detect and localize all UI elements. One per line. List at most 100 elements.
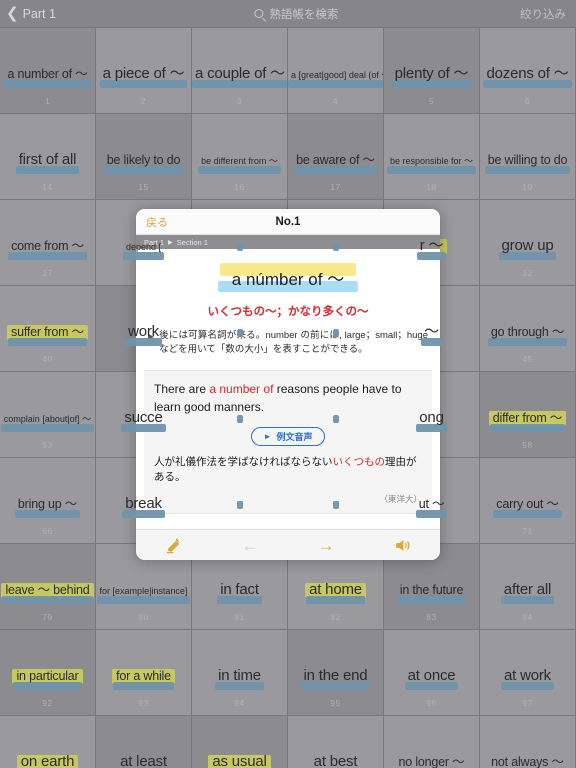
phrase-text: differ from ～ [492,410,563,425]
phrase-highlight: for a while [112,667,175,690]
phrase-highlight: plenty of ～ [391,64,471,88]
phrase-number: 19 [522,182,533,192]
back-button[interactable]: ❮ Part 1 [6,6,56,21]
prev-button[interactable]: ← [212,537,288,554]
grid-cell[interactable]: not always ～110 [480,716,576,768]
term-row: a númber of ～ [136,263,440,292]
phrase-text: ut ～ [418,496,445,511]
phrase-number: 15 [138,182,149,192]
phrase-highlight: on earth [16,753,79,768]
breadcrumb: Part 1 ▶ Section 1 [136,235,440,249]
grid-cell[interactable]: suffer from ～ 40 [0,286,96,372]
example-ja-highlight: いくつもの [332,455,386,468]
grid-cell[interactable]: at least106 [96,716,192,768]
phrase-text: succe [124,408,163,426]
grid-cell[interactable]: complain [about|of] ～ 53 [0,372,96,458]
phrase-number: 93 [138,698,149,708]
grid-cell[interactable]: bring up ～ 66 [0,458,96,544]
example-japanese: 人が礼儀作法を学ばなければならないいくつもの理由がある。 [154,454,422,484]
grid-cell[interactable]: be willing to do 19 [480,114,576,200]
search-input[interactable]: 熟語帳を検索 [254,6,338,22]
grid-cell[interactable]: a [great|good] deal (of ～) 4 [288,28,384,114]
phrase-number: 83 [426,612,437,622]
grid-cell[interactable]: in particular 92 [0,630,96,716]
grid-cell[interactable]: no longer ～109 [384,716,480,768]
grid-cell[interactable]: a piece of ～ 2 [96,28,192,114]
phrase-highlight: not always ～ [488,753,567,768]
breadcrumb-section[interactable]: Section 1 [177,238,208,247]
phrase-text: after all [503,580,552,598]
grid-cell[interactable]: at work 97 [480,630,576,716]
phrase-highlight: a couple of ～ [192,65,287,88]
phrase-highlight: no longer ～ [395,753,468,768]
phrase-text: go through ～ [490,324,565,339]
grid-cell[interactable]: plenty of ～ 5 [384,28,480,114]
grid-cell[interactable]: carry out ～ 71 [480,458,576,544]
usage-note: ▶ 後には可算名詞が来る。number の前には, large；small；hu… [148,329,428,358]
audio-row: ► 例文音声 [154,426,422,446]
phrase-highlight: come from ～ [8,237,87,260]
grid-cell[interactable]: grow up 32 [480,200,576,286]
phrase-text: be different from ～ [201,155,278,166]
grid-cell[interactable]: after all 84 [480,544,576,630]
phrase-highlight: at once [404,667,459,690]
phrase-highlight: r ～ [415,237,447,260]
grid-cell[interactable]: be responsible for ～ 18 [384,114,480,200]
phrase-text: first of all [18,150,77,168]
grid-cell[interactable]: first of all 14 [0,114,96,200]
phrase-number: 40 [42,354,53,364]
grid-cell[interactable]: at best108 [288,716,384,768]
grid-cell[interactable]: differ from ～ 58 [480,372,576,458]
grid-cell[interactable]: as usual107 [192,716,288,768]
grid-cell[interactable]: go through ～ 45 [480,286,576,372]
search-icon [254,9,264,18]
grid-cell[interactable]: be different from ～ 16 [192,114,288,200]
phrase-text: suffer from ～ [11,324,84,339]
phrase-number: 58 [522,440,533,450]
grid-cell[interactable]: on earth105 [0,716,96,768]
grid-cell[interactable]: for a while 93 [96,630,192,716]
grid-cell[interactable]: dozens of ～ 6 [480,28,576,114]
phrase-number: 95 [330,698,341,708]
phrase-text: as usual [212,752,267,768]
next-button[interactable]: → [288,537,364,554]
grid-cell[interactable]: leave ～ behind 79 [0,544,96,630]
phrase-highlight: in the future [396,581,467,604]
phrase-number: 2 [140,96,147,106]
phrase-text: come from ～ [11,238,84,253]
grid-cell[interactable]: in the end 95 [288,630,384,716]
speaker-button[interactable] [364,536,440,555]
phrase-text: not always ～ [491,754,564,768]
grid-cell[interactable]: a couple of ～ 3 [192,28,288,114]
phrase-number: 66 [42,526,53,536]
grid-cell[interactable]: in time 94 [192,630,288,716]
marker-pen-button[interactable] [136,536,212,555]
grid-cell[interactable]: come from ～ 27 [0,200,96,286]
phrase-text: be responsible for ～ [389,155,474,166]
phrase-number: 71 [522,526,533,536]
phrase-text: at home [309,580,362,598]
phrase-highlight: after all [500,580,555,604]
phrase-text: complain [about|of] ～ [3,413,92,424]
phrase-number: 84 [522,612,533,622]
phrase-number: 6 [524,96,531,106]
filter-button[interactable]: 絞り込み [520,6,566,22]
grid-cell[interactable]: at once 96 [384,630,480,716]
phrase-highlight: for [example|instance] [96,581,191,604]
arrow-left-icon: ← [241,535,259,555]
grid-cell[interactable]: a number of ～ 1 [0,28,96,114]
example-audio-button[interactable]: ► 例文音声 [250,426,326,446]
phrase-text: plenty of ～ [394,64,469,82]
phrase-text: ong [419,408,444,426]
phrase-highlight: a piece of ～ [99,65,188,88]
phrase-text: in the future [399,582,464,597]
grid-cell[interactable]: be aware of ～ 17 [288,114,384,200]
phrase-highlight: be likely to do [103,151,184,174]
play-icon: ► [263,431,272,441]
phrase-text: be aware of ～ [296,152,375,167]
phrase-highlight: work [125,323,162,346]
grid-cell[interactable]: be likely to do 15 [96,114,192,200]
phrase-number: 53 [42,440,53,450]
example-en-highlight: a number of [209,381,274,396]
phrase-number: 5 [428,96,435,106]
